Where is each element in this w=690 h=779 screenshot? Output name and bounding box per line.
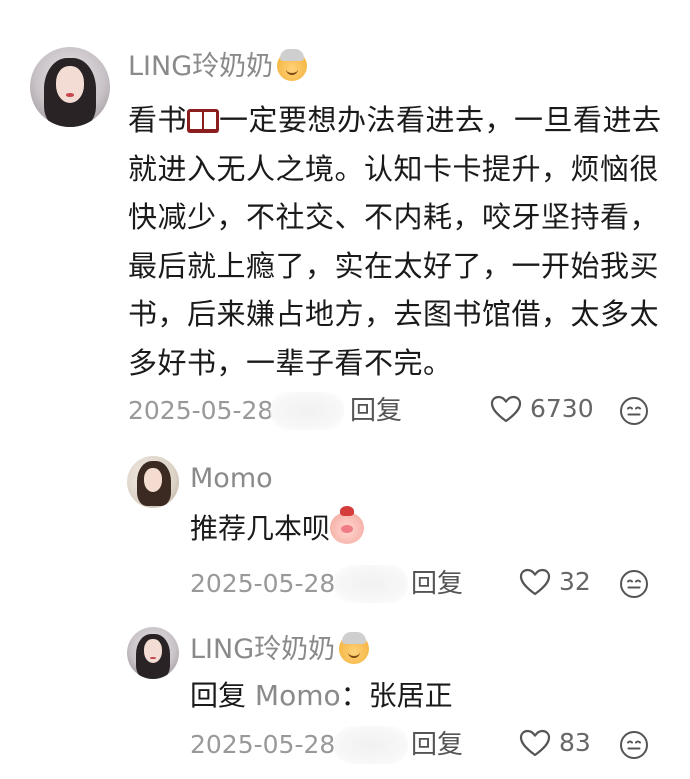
- like-button[interactable]: 32: [519, 567, 591, 596]
- older-woman-emoji-icon: [339, 632, 370, 664]
- reply-button[interactable]: 回复: [350, 395, 402, 427]
- reply-author[interactable]: Momo: [190, 462, 273, 496]
- reaction-button[interactable]: [619, 569, 649, 603]
- comment-author[interactable]: LING玲奶奶: [128, 49, 308, 84]
- redacted-location: [334, 726, 408, 764]
- redacted-location: [270, 392, 344, 430]
- avatar-ling[interactable]: [127, 627, 179, 679]
- reply-date: 2025-05-28: [190, 730, 336, 759]
- heart-outline-icon: [490, 395, 522, 422]
- smiley-face-icon: [620, 731, 648, 759]
- like-button[interactable]: 83: [519, 728, 591, 757]
- reaction-button[interactable]: [619, 730, 649, 764]
- author-name: LING玲奶奶: [128, 51, 274, 82]
- like-count: 6730: [530, 394, 594, 423]
- reply-text: 推荐几本呗: [190, 506, 365, 548]
- comment-text: 看书 一定要想办法看进去，一旦看进去就进入无人之境。认知卡卡提升，烦恼很快减少，不…: [128, 103, 662, 380]
- like-count: 83: [559, 728, 591, 757]
- smiley-face-icon: [620, 570, 648, 598]
- book-icon: [187, 109, 220, 133]
- reply-date: 2025-05-28: [190, 569, 336, 598]
- mention-link[interactable]: Momo: [255, 679, 341, 712]
- avatar-momo[interactable]: [127, 456, 179, 508]
- heart-outline-icon: [519, 568, 551, 595]
- comment-date: 2025-05-28: [128, 396, 274, 425]
- reply-button[interactable]: 回复: [411, 729, 463, 761]
- like-button[interactable]: 6730: [490, 394, 594, 423]
- older-woman-emoji-icon: [277, 49, 308, 81]
- reply-text: 回复 Momo：张居正: [190, 679, 453, 712]
- like-count: 32: [559, 567, 591, 596]
- reaction-button[interactable]: [619, 396, 649, 430]
- reply-button[interactable]: 回复: [411, 568, 463, 600]
- heart-outline-icon: [519, 729, 551, 756]
- reply-author[interactable]: LING玲奶奶: [190, 632, 370, 667]
- avatar-ling[interactable]: [30, 47, 110, 127]
- pig-emoji-icon: [330, 506, 365, 544]
- smiley-face-icon: [620, 397, 648, 425]
- redacted-location: [334, 565, 408, 603]
